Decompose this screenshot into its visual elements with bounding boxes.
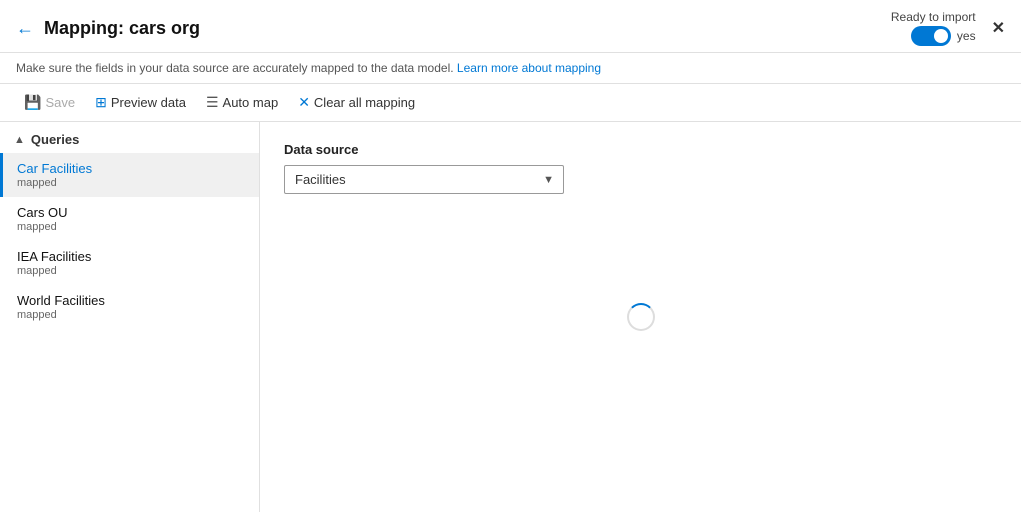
sidebar-item-status: mapped: [17, 265, 245, 277]
data-source-select[interactable]: Facilities: [284, 165, 564, 194]
main-layout: ▲ Queries Car Facilities mapped Cars OU …: [0, 122, 1021, 512]
clear-label: Clear all mapping: [314, 95, 415, 110]
ready-label: Ready to import: [891, 10, 976, 24]
save-button[interactable]: 💾 Save: [16, 90, 83, 115]
preview-label: Preview data: [111, 95, 186, 110]
back-button[interactable]: ←: [16, 18, 34, 39]
toolbar: 💾 Save ⊞ Preview data ☰ Auto map ✕ Clear…: [0, 84, 1021, 122]
ready-to-import: Ready to import yes: [891, 10, 976, 46]
top-bar: ← Mapping: cars org Ready to import yes …: [0, 0, 1021, 53]
sidebar-item-name: IEA Facilities: [17, 249, 245, 264]
sidebar-item-car-facilities[interactable]: Car Facilities mapped: [0, 153, 259, 197]
data-source-select-wrapper: Facilities ▼: [284, 165, 564, 194]
auto-map-button[interactable]: ☰ Auto map: [198, 90, 286, 115]
sidebar-section-header: ▲ Queries: [0, 122, 259, 153]
toggle-yes-label: yes: [957, 29, 976, 43]
sidebar-item-status: mapped: [17, 309, 245, 321]
ready-toggle[interactable]: [911, 26, 951, 46]
data-source-label: Data source: [284, 142, 997, 157]
preview-data-button[interactable]: ⊞ Preview data: [87, 90, 194, 115]
top-bar-left: ← Mapping: cars org: [16, 18, 200, 39]
chevron-icon: ▲: [14, 134, 25, 146]
sidebar-item-status: mapped: [17, 177, 245, 189]
top-bar-right: Ready to import yes ✕: [891, 10, 1005, 46]
sidebar-item-name: Cars OU: [17, 205, 245, 220]
sidebar-item-iea-facilities[interactable]: IEA Facilities mapped: [0, 241, 259, 285]
sidebar-item-cars-ou[interactable]: Cars OU mapped: [0, 197, 259, 241]
sidebar-section-label: Queries: [31, 132, 79, 147]
automap-icon: ☰: [206, 94, 219, 111]
save-icon: 💾: [24, 94, 41, 111]
toggle-row: yes: [911, 26, 976, 46]
learn-more-link[interactable]: Learn more about mapping: [457, 61, 601, 75]
subtitle-bar: Make sure the fields in your data source…: [0, 53, 1021, 84]
sidebar: ▲ Queries Car Facilities mapped Cars OU …: [0, 122, 260, 512]
save-label: Save: [45, 95, 75, 110]
page-title: Mapping: cars org: [44, 18, 200, 39]
content-area: Data source Facilities ▼: [260, 122, 1021, 512]
preview-icon: ⊞: [95, 94, 107, 111]
loading-spinner: [627, 303, 655, 331]
sidebar-item-status: mapped: [17, 221, 245, 233]
clear-icon: ✕: [298, 94, 310, 111]
automap-label: Auto map: [223, 95, 279, 110]
subtitle-text: Make sure the fields in your data source…: [16, 61, 454, 75]
sidebar-item-world-facilities[interactable]: World Facilities mapped: [0, 285, 259, 329]
sidebar-item-name: Car Facilities: [17, 161, 245, 176]
clear-mapping-button[interactable]: ✕ Clear all mapping: [290, 90, 423, 115]
close-button[interactable]: ✕: [992, 18, 1005, 38]
sidebar-item-name: World Facilities: [17, 293, 245, 308]
